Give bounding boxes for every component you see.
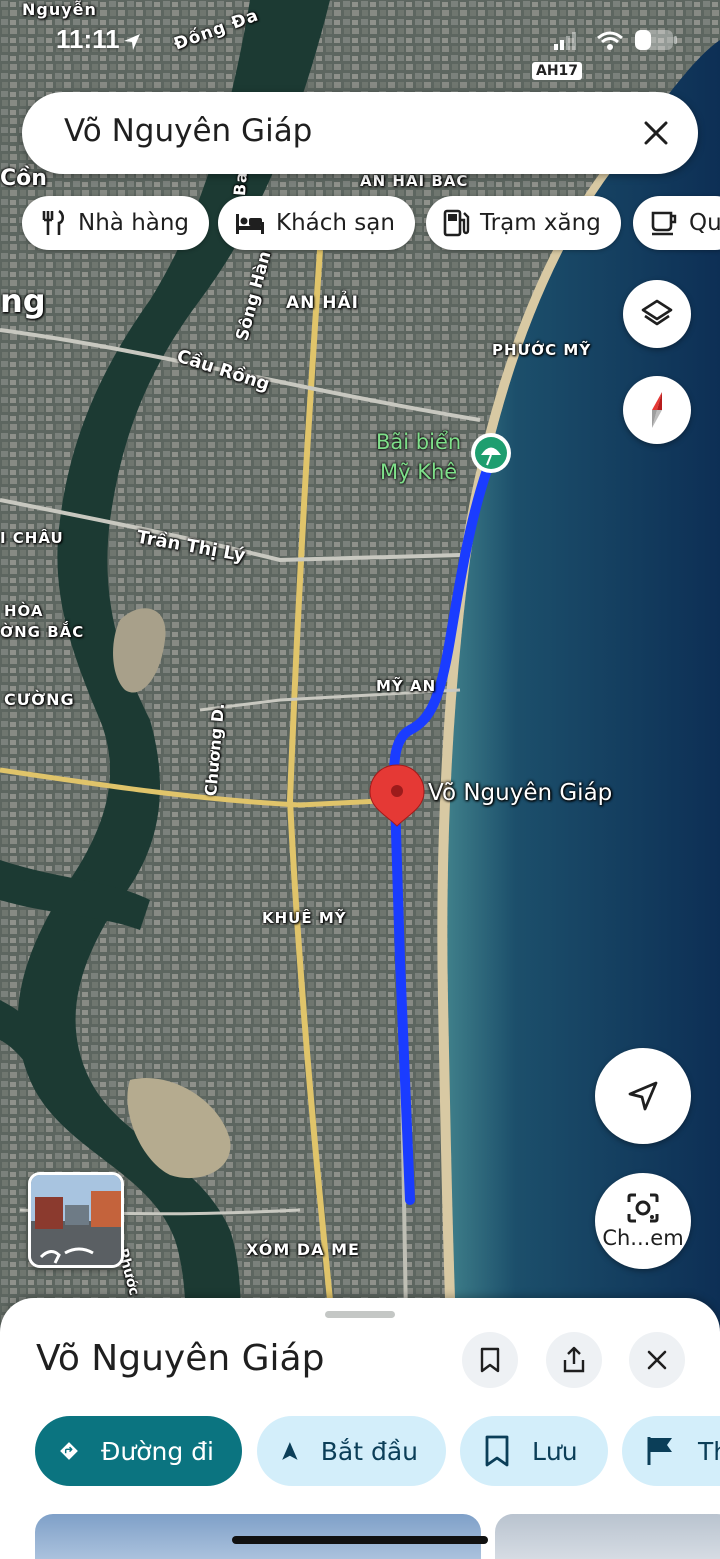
navigation-arrow-icon — [628, 1081, 658, 1111]
restaurant-icon — [42, 209, 65, 235]
share-button[interactable] — [546, 1332, 602, 1388]
hotel-icon — [236, 214, 264, 234]
lens-camera-icon — [627, 1193, 659, 1223]
layers-button[interactable] — [623, 280, 691, 348]
clear-search-button[interactable] — [632, 109, 680, 157]
bookmark-icon — [480, 1347, 500, 1373]
signal-icon — [554, 32, 576, 50]
map-label: I CHÂU — [0, 529, 64, 547]
place-photo[interactable] — [495, 1514, 720, 1559]
navigation-icon — [282, 1442, 298, 1460]
map-label: Ba — [229, 170, 252, 197]
save-label: Lưu — [532, 1436, 578, 1466]
map-label: Bãi biển — [376, 430, 462, 454]
share-icon — [563, 1346, 585, 1373]
chip-gas-stations[interactable]: Trạm xăng — [426, 196, 621, 250]
drag-handle[interactable] — [325, 1311, 395, 1318]
lens-label: Ch...em — [602, 1226, 684, 1250]
close-sheet-button[interactable] — [629, 1332, 685, 1388]
map-label: AN HẢI — [286, 293, 360, 313]
bookmark-button[interactable] — [462, 1332, 518, 1388]
directions-icon — [60, 1442, 78, 1460]
chip-label: Nhà hàng — [78, 210, 190, 236]
bookmark-icon — [485, 1435, 509, 1467]
map-label: AN HẢI BẮC — [360, 172, 469, 190]
map-label: Cồn — [0, 166, 47, 191]
cafe-icon — [651, 211, 677, 236]
save-button[interactable]: Lưu — [460, 1416, 608, 1486]
directions-button[interactable]: Đường đi — [35, 1416, 242, 1486]
close-icon — [644, 121, 668, 145]
map-label: CƯỜNG — [4, 690, 75, 709]
map-label: MỸ AN — [376, 677, 437, 695]
place-bottom-sheet[interactable]: Võ Nguyên Giáp Đường đi Bắt đầu Lưu T — [0, 1298, 720, 1559]
wifi-icon — [597, 31, 623, 50]
close-icon — [647, 1350, 667, 1370]
map-label: ỜNG BẮC — [0, 623, 85, 641]
layers-icon — [641, 299, 673, 326]
highway-shield: AH17 — [532, 62, 583, 80]
clock: 11:11 — [56, 24, 120, 54]
more-action-label: Th — [698, 1436, 720, 1466]
place-title: Võ Nguyên Giáp — [36, 1338, 325, 1379]
map-label: KHUÊ MỸ — [262, 909, 347, 927]
compass-button[interactable] — [623, 376, 691, 444]
map-label: HÒA — [4, 602, 44, 620]
search-bar[interactable]: Võ Nguyên Giáp — [22, 92, 698, 174]
start-label: Bắt đầu — [320, 1436, 418, 1466]
flag-icon — [647, 1437, 672, 1465]
gas-station-icon — [443, 209, 470, 237]
chip-label: Trạm xăng — [480, 210, 601, 236]
beach-poi-marker — [471, 433, 511, 473]
map-label: Mỹ Khê — [380, 460, 458, 484]
chip-cafes[interactable]: Qu — [633, 196, 720, 250]
chip-restaurants[interactable]: Nhà hàng — [22, 196, 210, 250]
chip-hotels[interactable]: Khách sạn — [218, 196, 415, 250]
category-chips: Nhà hàng Khách sạn Trạm xăng Qu — [22, 196, 720, 250]
map-label: ng — [0, 282, 46, 320]
chip-label: Qu — [689, 210, 720, 236]
chip-label: Khách sạn — [276, 210, 395, 236]
start-navigation-button[interactable]: Bắt đầu — [257, 1416, 446, 1486]
more-action-button[interactable]: Th — [622, 1416, 720, 1486]
map-label: XÓM DA ME — [246, 1240, 360, 1259]
street-view-image — [31, 1175, 121, 1265]
location-services-icon — [124, 34, 140, 50]
directions-label: Đường đi — [101, 1436, 214, 1466]
compass-icon — [652, 392, 662, 428]
street-view-thumbnail[interactable] — [28, 1172, 124, 1268]
map-label: Nguyễn — [22, 0, 97, 19]
search-input[interactable]: Võ Nguyên Giáp — [64, 113, 312, 149]
pin-label: Võ Nguyên Giáp — [428, 780, 613, 806]
lens-search-button[interactable]: Ch...em — [595, 1173, 691, 1269]
my-location-button[interactable] — [595, 1048, 691, 1144]
home-indicator[interactable] — [232, 1536, 488, 1544]
map-label: PHƯỚC MỸ — [492, 341, 592, 359]
battery-icon — [635, 30, 677, 50]
status-bar: 11:11 — [0, 18, 720, 62]
